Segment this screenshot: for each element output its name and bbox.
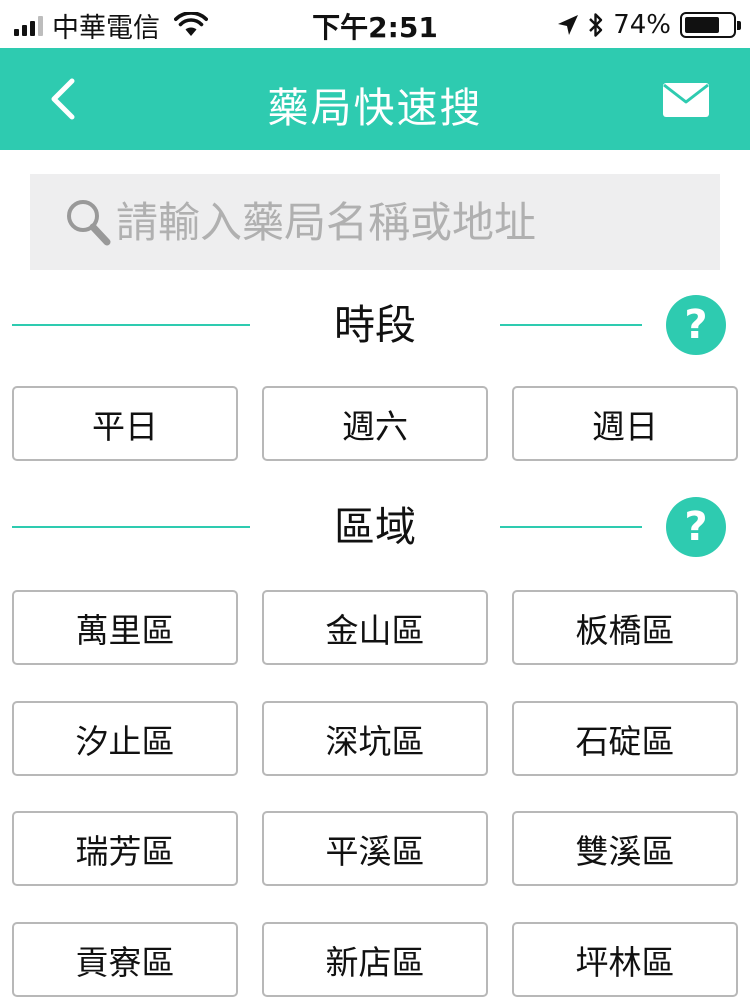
area-option[interactable]: 貢寮區 bbox=[12, 922, 238, 997]
battery-level-fill bbox=[685, 17, 720, 33]
section-divider-right bbox=[500, 324, 642, 326]
area-options-row: 萬里區 金山區 板橋區 bbox=[12, 590, 738, 665]
time-option-weekday[interactable]: 平日 bbox=[12, 386, 238, 461]
search-box[interactable] bbox=[30, 174, 720, 270]
section-divider-left bbox=[12, 324, 250, 326]
area-option[interactable]: 瑞芳區 bbox=[12, 811, 238, 886]
time-help-button[interactable]: ? bbox=[666, 295, 726, 355]
area-option[interactable]: 坪林區 bbox=[512, 922, 738, 997]
area-options-row: 貢寮區 新店區 坪林區 bbox=[12, 922, 738, 997]
time-options-row: 平日 週六 週日 bbox=[12, 386, 738, 461]
time-section-title: 時段 bbox=[334, 301, 416, 349]
search-input[interactable] bbox=[116, 197, 676, 247]
status-right: 74% bbox=[557, 8, 741, 42]
area-option[interactable]: 金山區 bbox=[262, 590, 488, 665]
area-option[interactable]: 雙溪區 bbox=[512, 811, 738, 886]
area-option[interactable]: 板橋區 bbox=[512, 590, 738, 665]
mail-button[interactable] bbox=[662, 82, 710, 118]
area-option[interactable]: 石碇區 bbox=[512, 701, 738, 776]
area-options-row: 瑞芳區 平溪區 雙溪區 bbox=[12, 811, 738, 886]
section-divider-left bbox=[12, 526, 250, 528]
area-option[interactable]: 深坑區 bbox=[262, 701, 488, 776]
location-arrow-icon bbox=[558, 15, 579, 35]
nav-bar: 藥局快速搜 bbox=[0, 48, 750, 150]
time-option-sunday[interactable]: 週日 bbox=[512, 386, 738, 461]
area-option[interactable]: 萬里區 bbox=[12, 590, 238, 665]
time-section-header: 時段 ? bbox=[0, 292, 750, 358]
area-option[interactable]: 平溪區 bbox=[262, 811, 488, 886]
area-section-header: 區域 ? bbox=[0, 494, 750, 560]
area-options-row: 汐止區 深坑區 石碇區 bbox=[12, 701, 738, 776]
page-title: 藥局快速搜 bbox=[267, 84, 483, 132]
area-help-button[interactable]: ? bbox=[666, 497, 726, 557]
area-section-title: 區域 bbox=[334, 503, 416, 551]
area-option[interactable]: 新店區 bbox=[262, 922, 488, 997]
status-bar: 中華電信 下午2:51 74% bbox=[0, 0, 750, 48]
section-divider-right bbox=[500, 526, 642, 528]
bluetooth-icon bbox=[589, 13, 603, 37]
envelope-icon bbox=[663, 83, 709, 117]
area-option[interactable]: 汐止區 bbox=[12, 701, 238, 776]
search-icon bbox=[67, 200, 111, 246]
battery-percent: 74% bbox=[613, 10, 671, 40]
time-option-saturday[interactable]: 週六 bbox=[262, 386, 488, 461]
battery-icon bbox=[680, 12, 741, 38]
